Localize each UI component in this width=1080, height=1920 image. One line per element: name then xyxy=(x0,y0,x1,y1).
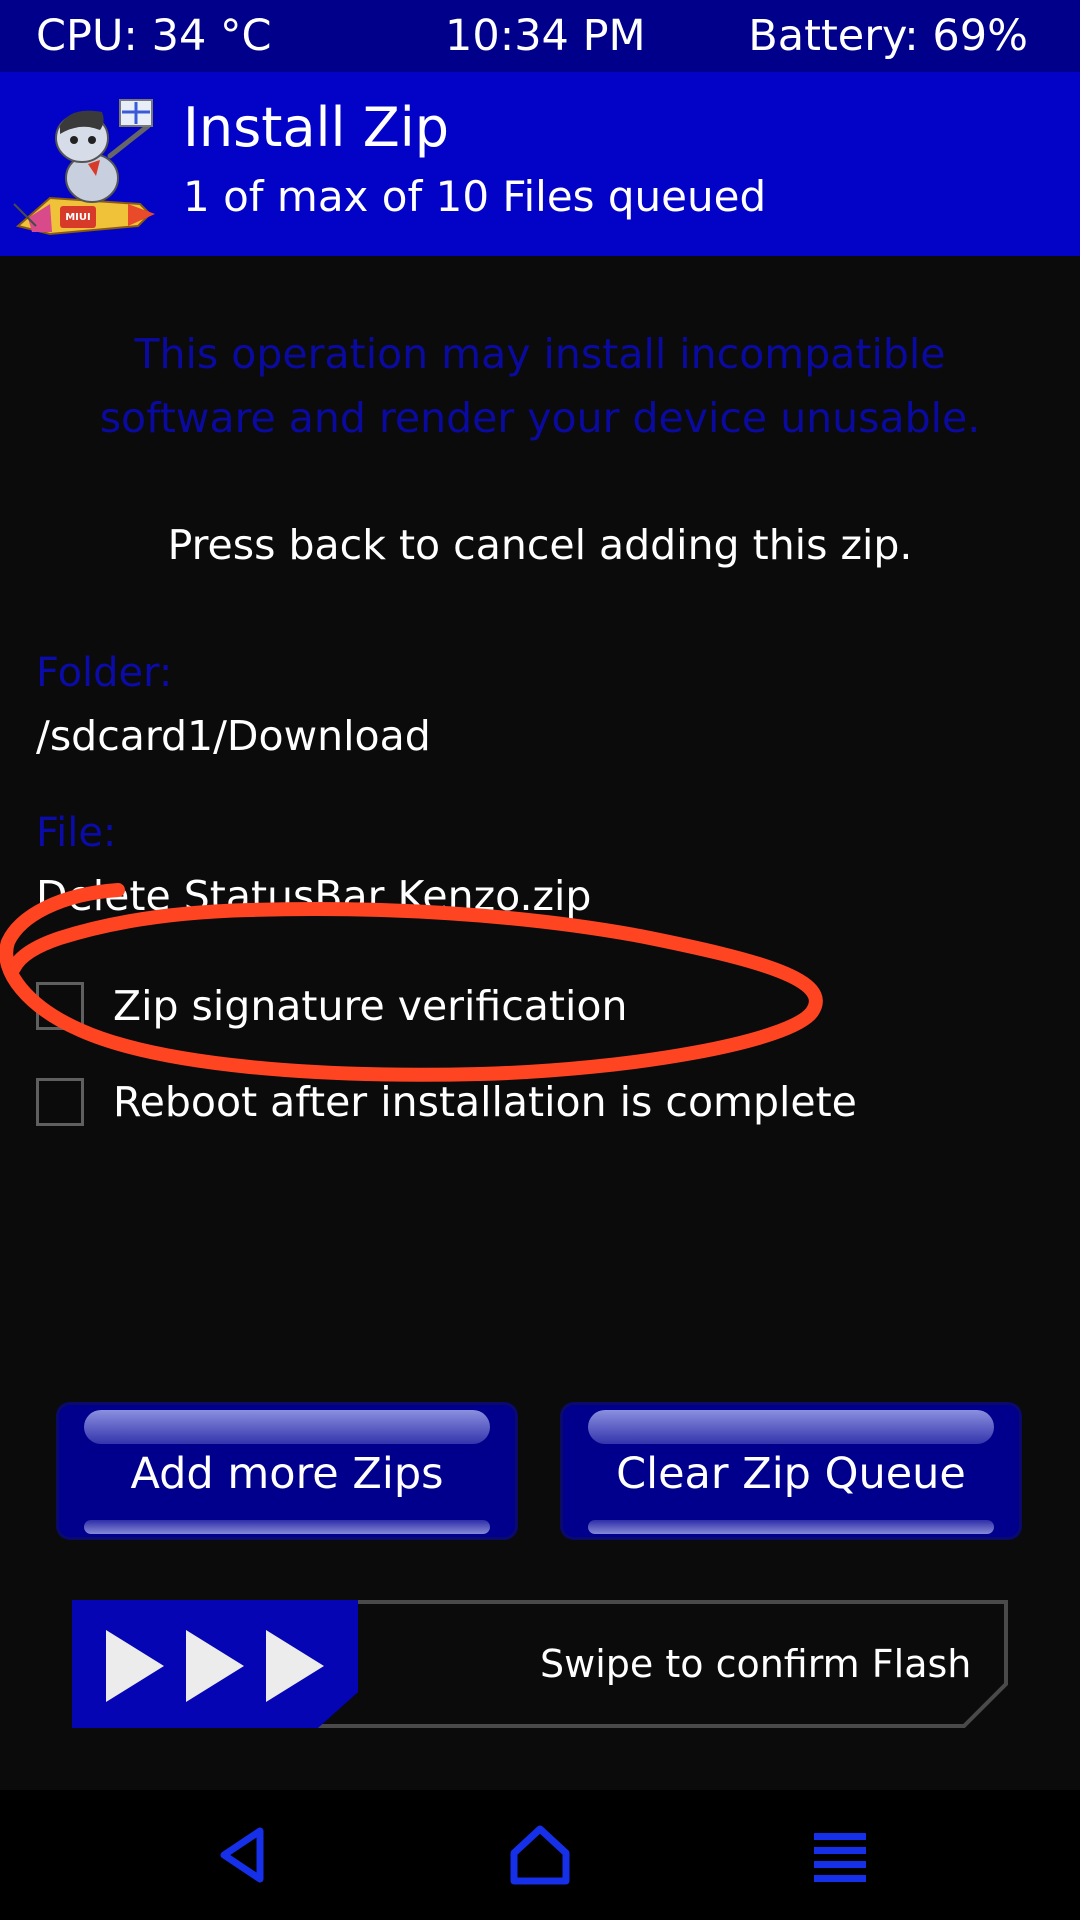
queue-status: 1 of max of 10 Files queued xyxy=(183,172,767,221)
button-gloss xyxy=(588,1520,994,1534)
file-label: File: xyxy=(36,810,117,856)
file-name: Delete StatusBar Kenzo.zip xyxy=(36,872,592,920)
menu-lines-icon[interactable] xyxy=(808,1823,872,1887)
cpu-temperature: CPU: 34 °C xyxy=(36,11,272,61)
miui-rocket-logo: MIUI xyxy=(13,99,155,236)
add-more-zips-label: Add more Zips xyxy=(130,1449,444,1499)
slider-handle[interactable] xyxy=(72,1600,358,1728)
navigation-bar xyxy=(0,1790,1080,1920)
swipe-label: Swipe to confirm Flash xyxy=(540,1642,972,1686)
warning-line-1: This operation may install incompatible xyxy=(134,330,946,378)
reboot-label[interactable]: Reboot after installation is complete xyxy=(113,1072,857,1132)
back-triangle-icon[interactable] xyxy=(210,1823,274,1887)
clock: 10:34 PM xyxy=(445,11,646,61)
home-icon[interactable] xyxy=(508,1823,572,1887)
clear-zip-queue-label: Clear Zip Queue xyxy=(616,1449,966,1499)
page-title: Install Zip xyxy=(183,96,449,159)
button-gloss xyxy=(588,1410,994,1444)
status-bar: CPU: 34 °C 10:34 PM Battery: 69% xyxy=(0,0,1080,72)
cancel-hint: Press back to cancel adding this zip. xyxy=(167,521,913,569)
folder-path: /sdcard1/Download xyxy=(36,712,431,760)
svg-text:MIUI: MIUI xyxy=(65,212,91,223)
button-gloss xyxy=(84,1410,490,1444)
battery-level: Battery: 69% xyxy=(748,11,1028,61)
warning-message: This operation may install incompatible … xyxy=(40,322,1040,450)
reboot-checkbox[interactable] xyxy=(36,1078,84,1126)
zip-signature-label[interactable]: Zip signature verification xyxy=(113,976,627,1036)
warning-line-2: software and render your device unusable… xyxy=(99,394,981,442)
twrp-install-screen: CPU: 34 °C 10:34 PM Battery: 69% MIUI In… xyxy=(0,0,1080,1920)
clear-zip-queue-button[interactable]: Clear Zip Queue xyxy=(560,1402,1022,1540)
zip-signature-checkbox[interactable] xyxy=(36,982,84,1030)
triple-play-arrows-icon xyxy=(106,1630,324,1702)
header: MIUI Install Zip 1 of max of 10 Files qu… xyxy=(0,72,1080,256)
swipe-to-flash-slider[interactable]: Swipe to confirm Flash xyxy=(72,1600,1008,1728)
add-more-zips-button[interactable]: Add more Zips xyxy=(56,1402,518,1540)
button-gloss xyxy=(84,1520,490,1534)
folder-label: Folder: xyxy=(36,650,173,696)
